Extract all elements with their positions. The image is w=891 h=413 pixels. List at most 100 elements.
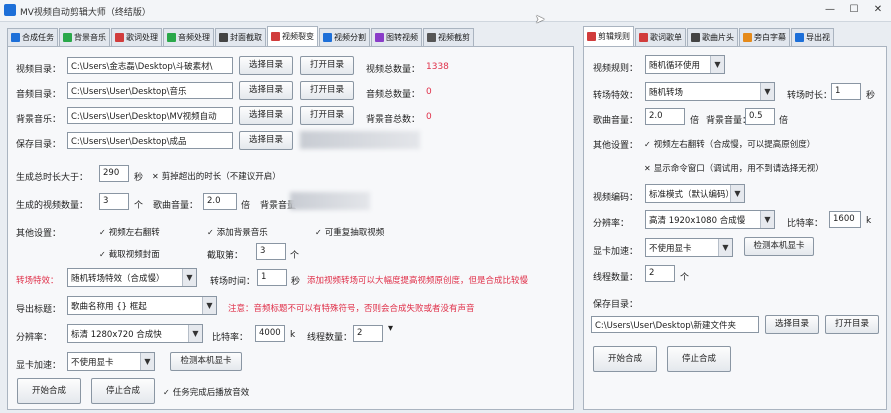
audio-open-dir-button[interactable]: 打开目录 <box>300 81 354 100</box>
tab-label: 歌曲片头 <box>702 33 734 42</box>
maximize-button[interactable]: ☐ <box>846 3 862 17</box>
right-tab-2[interactable]: 歌曲片头 <box>687 28 738 46</box>
flip-video-checkbox[interactable]: ✓ 视频左右翻转 <box>99 226 160 238</box>
r-detect-gpu-button[interactable]: 检测本机显卡 <box>744 237 814 256</box>
start-compose-button[interactable]: 开始合成 <box>17 378 81 404</box>
tab-label: 歌词歌单 <box>650 33 682 42</box>
song-volume-unit: 倍 <box>241 201 251 211</box>
check-icon: ✓ <box>315 228 322 237</box>
r-bitrate-input[interactable]: 1600 <box>829 211 861 228</box>
left-tab-3[interactable]: 音频处理 <box>163 28 214 46</box>
r-transition-value: 随机转场 <box>649 88 684 98</box>
r-resolution-select[interactable]: 高清 1920x1080 合成慢 ▼ <box>645 210 775 229</box>
bgm-select-dir-button[interactable]: 选择目录 <box>239 106 293 125</box>
audio-select-dir-button[interactable]: 选择目录 <box>239 81 293 100</box>
rule-select[interactable]: 随机循环使用 ▼ <box>645 55 725 74</box>
check-icon: ✓ <box>207 228 214 237</box>
r-save-dir-input[interactable]: C:\Users\User\Desktop\新建文件夹 <box>591 316 759 333</box>
chevron-down-icon: ▼ <box>760 83 774 100</box>
left-tab-6[interactable]: 视频分割 <box>319 28 370 46</box>
close-button[interactable]: ✕ <box>870 3 886 17</box>
video-dir-input[interactable]: C:\Users\金志磊\Desktop\斗破素材\ <box>67 57 233 74</box>
save-select-dir-button[interactable]: 选择目录 <box>239 131 293 150</box>
bgm-dir-input[interactable]: C:\Users\User\Desktop\MV视频自动 <box>67 107 233 124</box>
r-show-cmd-checkbox[interactable]: ✕ 显示命令窗口（调试用，用不到请选择无视） <box>644 162 824 174</box>
chevron-down-icon: ▼ <box>718 239 732 256</box>
minimize-button[interactable]: — <box>822 3 838 17</box>
audio-total-value: 0 <box>426 87 432 97</box>
bgm-open-dir-button[interactable]: 打开目录 <box>300 106 354 125</box>
left-tab-7[interactable]: 图转视频 <box>371 28 422 46</box>
left-tab-0[interactable]: 合成任务 <box>7 28 58 46</box>
r-start-compose-button[interactable]: 开始合成 <box>593 346 657 372</box>
tab-icon <box>271 32 280 41</box>
r-flip-checkbox[interactable]: ✓ 视频左右翻转（合成慢，可以提高原创度） <box>644 138 815 150</box>
r-transition-select[interactable]: 随机转场 ▼ <box>645 82 775 101</box>
check-icon: ✕ <box>644 164 651 173</box>
threads-stepper-icon[interactable]: ▾ <box>388 323 393 334</box>
r-bg-volume-input[interactable]: 0.5 <box>745 108 775 125</box>
cover-index-input[interactable]: 3 <box>256 243 286 260</box>
tab-label: 背景音乐 <box>74 33 106 42</box>
r-gpu-select[interactable]: 不使用显卡 ▼ <box>645 238 733 257</box>
transition-time-label: 转场时间： <box>210 277 256 287</box>
r-bitrate-unit: k <box>866 216 872 226</box>
bitrate-input[interactable]: 4000 <box>255 325 285 342</box>
capture-cover-checkbox[interactable]: ✓ 截取视频封面 <box>99 248 160 260</box>
left-tab-2[interactable]: 歌词处理 <box>111 28 162 46</box>
play-sound-checkbox[interactable]: ✓ 任务完成后播放音效 <box>163 386 249 398</box>
song-volume-input[interactable]: 2.0 <box>203 193 237 210</box>
left-tab-5[interactable]: 视频裂变 <box>267 26 318 46</box>
audio-dir-input[interactable]: C:\Users\User\Desktop\音乐 <box>67 82 233 99</box>
left-tab-8[interactable]: 视频截剪 <box>423 28 474 46</box>
transition-value: 随机转场特效（合成慢） <box>71 274 165 284</box>
blurred-region <box>300 131 420 149</box>
resolution-select[interactable]: 标清 1280x720 合成快 ▼ <box>67 324 203 343</box>
r-transition-time-label: 转场时长： <box>787 91 833 101</box>
export-title-select[interactable]: 歌曲名称用 {} 框起 ▼ <box>67 296 217 315</box>
video-total-value: 1338 <box>426 62 449 72</box>
encode-select[interactable]: 标准模式（默认编码） ▼ <box>645 184 745 203</box>
transition-time-input[interactable]: 1 <box>257 269 287 286</box>
detect-gpu-button[interactable]: 检测本机显卡 <box>170 352 242 371</box>
tab-icon <box>587 32 596 41</box>
video-select-dir-button[interactable]: 选择目录 <box>239 56 293 75</box>
left-tab-4[interactable]: 封面截取 <box>215 28 266 46</box>
chevron-down-icon: ▼ <box>760 211 774 228</box>
check-icon: ✓ <box>99 250 106 259</box>
save-dir-input[interactable]: C:\Users\User\Desktop\成品 <box>67 132 233 149</box>
stop-compose-button[interactable]: 停止合成 <box>91 378 155 404</box>
transition-select[interactable]: 随机转场特效（合成慢） ▼ <box>67 268 197 287</box>
add-bgm-checkbox[interactable]: ✓ 添加背景音乐 <box>207 226 268 238</box>
right-tab-0[interactable]: 剪辑规则 <box>583 26 634 46</box>
r-select-dir-button[interactable]: 选择目录 <box>765 315 819 334</box>
tab-label: 剪辑规则 <box>598 32 630 41</box>
gpu-select[interactable]: 不使用显卡 ▼ <box>67 352 155 371</box>
r-transition-time-input[interactable]: 1 <box>831 83 861 100</box>
threads-input[interactable]: 2 <box>353 325 383 342</box>
r-open-dir-button[interactable]: 打开目录 <box>825 315 879 334</box>
right-tab-4[interactable]: 导出视 <box>791 28 834 46</box>
left-tab-1[interactable]: 背景音乐 <box>59 28 110 46</box>
rule-label: 视频规则： <box>593 64 639 74</box>
blurred-region-2 <box>290 192 370 210</box>
r-flip-label: 视频左右翻转（合成慢，可以提高原创度） <box>653 140 816 150</box>
repeat-extract-checkbox[interactable]: ✓ 可重复抽取视频 <box>315 226 384 238</box>
video-count-input[interactable]: 3 <box>99 193 129 210</box>
right-tab-3[interactable]: 旁白字幕 <box>739 28 790 46</box>
r-stop-compose-button[interactable]: 停止合成 <box>667 346 731 372</box>
tab-icon <box>219 33 228 42</box>
encode-label: 视频编码： <box>593 193 639 203</box>
r-song-volume-input[interactable]: 2.0 <box>645 108 685 125</box>
chevron-down-icon: ▼ <box>202 297 216 314</box>
tab-icon <box>639 33 648 42</box>
trim-overflow-checkbox[interactable]: ✕ 剪掉超出的时长（不建议开启） <box>152 170 281 182</box>
r-threads-input[interactable]: 2 <box>645 265 675 282</box>
tab-icon <box>691 33 700 42</box>
bgm-total-label: 背景音总数： <box>366 115 421 125</box>
video-open-dir-button[interactable]: 打开目录 <box>300 56 354 75</box>
right-tab-1[interactable]: 歌词歌单 <box>635 28 686 46</box>
min-duration-input[interactable]: 290 <box>99 165 129 182</box>
tab-label: 封面截取 <box>230 33 262 42</box>
r-threads-label: 线程数量： <box>593 273 639 283</box>
